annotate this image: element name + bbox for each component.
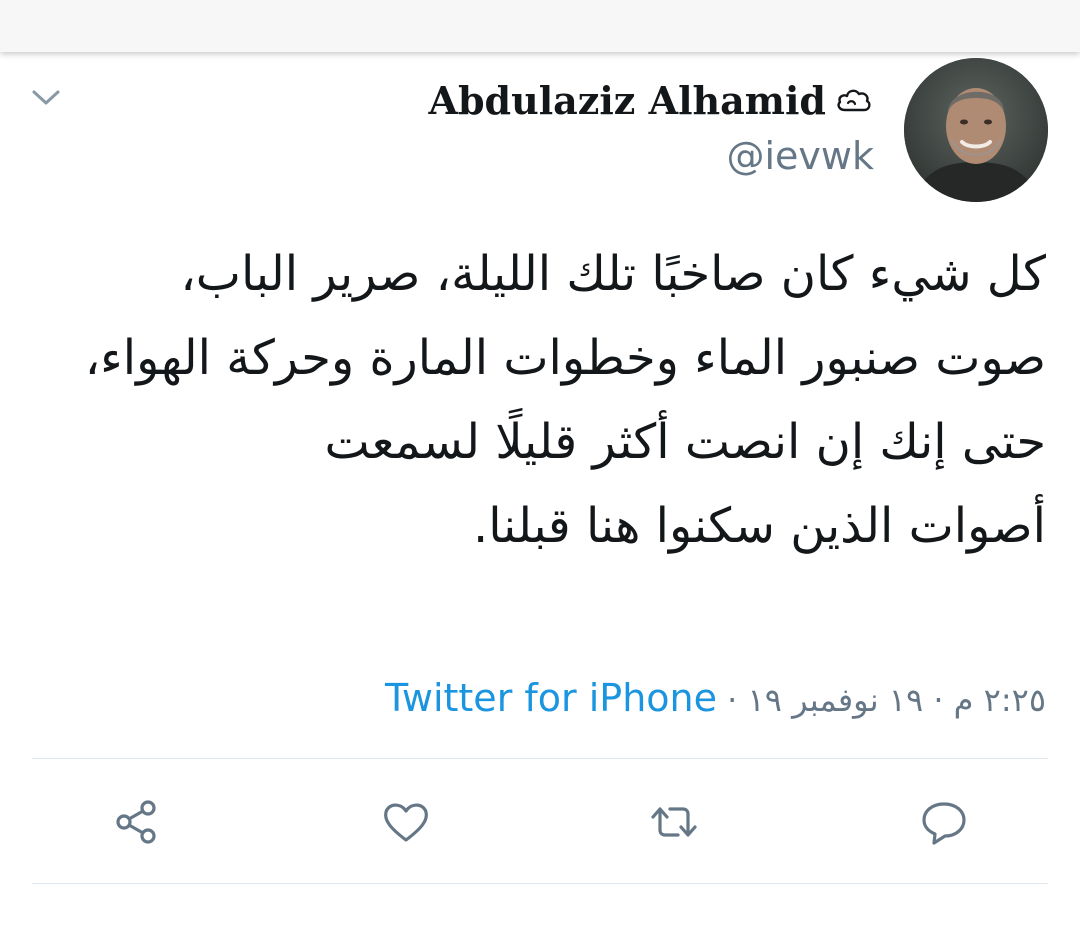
like-button[interactable] <box>378 794 434 850</box>
reply-icon <box>922 802 966 845</box>
chevron-down-icon[interactable] <box>28 80 64 116</box>
meta-separator: · <box>727 681 738 719</box>
cloud-icon <box>837 89 871 112</box>
avatar-image <box>904 58 1048 202</box>
tweet-meta: ٢:٢٥ م · ١٩ نوفمبر ١٩ · Twitter for iPho… <box>385 670 1046 726</box>
heart-icon <box>384 803 428 842</box>
user-display-name[interactable]: Abdulaziz Alhamid <box>428 78 826 123</box>
tweet-date: ١٩ نوفمبر ١٩ <box>747 681 924 719</box>
avatar[interactable] <box>904 58 1048 202</box>
tweet-detail: Abdulaziz Alhamid @ievwk كل شيء كان صاخب… <box>0 52 1080 948</box>
user-handle[interactable]: @ievwk <box>428 128 874 184</box>
user-info[interactable]: Abdulaziz Alhamid @ievwk <box>428 72 874 184</box>
divider <box>32 758 1048 759</box>
share-button[interactable] <box>108 794 164 850</box>
tweet-text: كل شيء كان صاخبًا تلك الليلة، صرير الباب… <box>84 246 1046 554</box>
app-top-bar <box>0 0 1080 52</box>
tweet-actions <box>0 790 1080 852</box>
meta-separator: · <box>933 681 944 719</box>
retweet-button[interactable] <box>646 794 702 850</box>
share-icon <box>116 800 156 844</box>
tweet-time: ٢:٢٥ م <box>953 681 1046 719</box>
reply-button[interactable] <box>916 794 972 850</box>
name-row: Abdulaziz Alhamid <box>428 72 874 128</box>
retweet-icon <box>651 807 697 837</box>
tweet-source-link[interactable]: Twitter for iPhone <box>385 676 717 720</box>
divider <box>32 883 1048 884</box>
